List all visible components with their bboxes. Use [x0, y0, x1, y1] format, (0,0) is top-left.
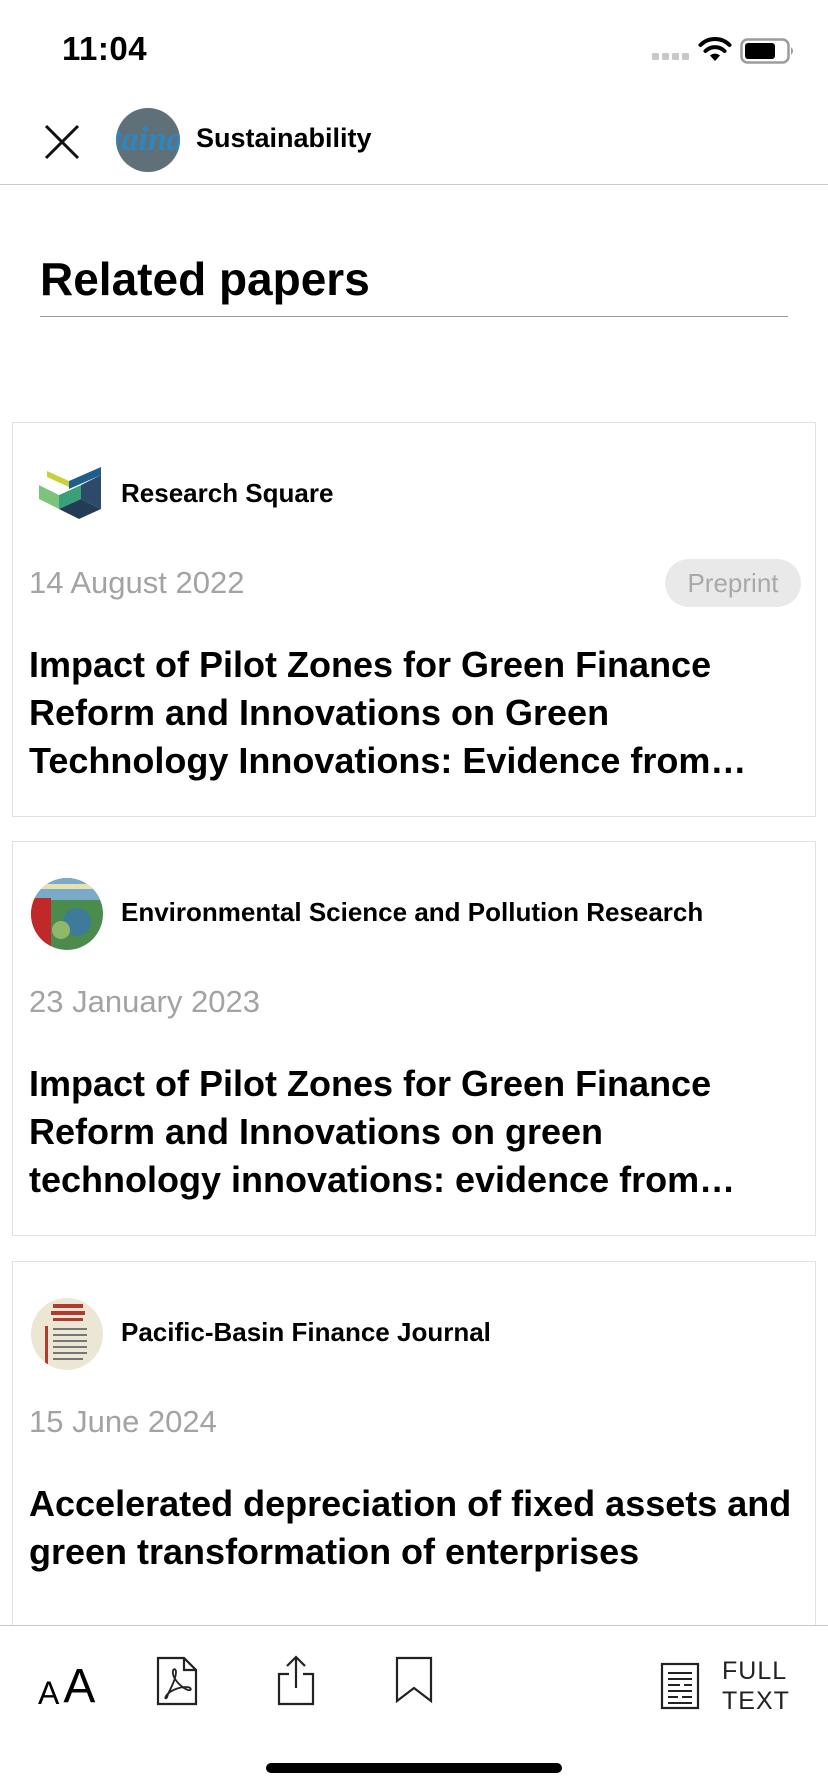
full-text-button[interactable]: FULL TEXT — [660, 1656, 790, 1716]
paper-date: 15 June 2024 — [29, 1404, 217, 1439]
research-square-logo — [37, 465, 103, 521]
status-time: 11:04 — [62, 30, 148, 67]
document-icon — [660, 1662, 700, 1710]
paper-source: Environmental Science and Pollution Rese… — [121, 897, 704, 927]
status-bar: 11:04 — [0, 0, 828, 100]
journal-cover-icon — [31, 1298, 103, 1370]
journal-cover-icon — [31, 878, 103, 950]
bookmark-button[interactable] — [394, 1656, 434, 1704]
full-text-label-line2: TEXT — [722, 1687, 790, 1715]
paper-title[interactable]: Impact of Pilot Zones for Green Finance … — [29, 1060, 805, 1204]
journal-title[interactable]: Sustainability — [196, 123, 372, 154]
wifi-icon — [698, 37, 732, 61]
preprint-badge: Preprint — [665, 559, 801, 607]
close-icon — [44, 124, 80, 160]
related-paper-card[interactable]: Pacific-Basin Finance Journal 15 June 20… — [12, 1261, 816, 1656]
paper-source: Pacific-Basin Finance Journal — [121, 1317, 491, 1347]
journal-avatar[interactable]: taina — [116, 108, 180, 172]
paper-source: Research Square — [121, 478, 334, 508]
paper-date: 14 August 2022 — [29, 565, 245, 600]
related-paper-card[interactable]: Environmental Science and Pollution Rese… — [12, 841, 816, 1236]
nav-bar: taina Sustainability — [0, 100, 828, 185]
paper-title[interactable]: Impact of Pilot Zones for Green Finance … — [29, 641, 805, 785]
bookmark-icon — [395, 1656, 433, 1704]
font-size-button[interactable]: A A — [38, 1656, 95, 1716]
font-size-small-label: A — [38, 1674, 60, 1711]
research-square-logo-icon — [39, 467, 101, 519]
battery-icon — [740, 38, 793, 64]
section-title: Related papers — [40, 253, 370, 305]
section-divider — [40, 316, 788, 317]
cellular-signal-icon — [652, 53, 689, 60]
share-icon — [277, 1655, 315, 1706]
journal-cover-thumbnail — [31, 878, 103, 950]
home-indicator — [266, 1763, 562, 1773]
share-button[interactable] — [276, 1654, 316, 1706]
bottom-toolbar: A A FULL TEXT — [0, 1625, 828, 1792]
related-paper-card[interactable]: Research Square 14 August 2022 Preprint … — [12, 422, 816, 817]
paper-date: 23 January 2023 — [29, 984, 260, 1019]
pdf-button[interactable] — [156, 1656, 198, 1706]
journal-cover-thumbnail — [31, 1298, 103, 1370]
font-size-large-label: A — [63, 1659, 96, 1713]
paper-title[interactable]: Accelerated depreciation of fixed assets… — [29, 1480, 805, 1576]
journal-avatar-text: taina — [116, 121, 180, 158]
pdf-icon — [156, 1656, 198, 1706]
full-text-label: FULL TEXT — [722, 1656, 790, 1716]
full-text-label-line1: FULL — [722, 1657, 788, 1685]
close-button[interactable] — [38, 118, 86, 166]
